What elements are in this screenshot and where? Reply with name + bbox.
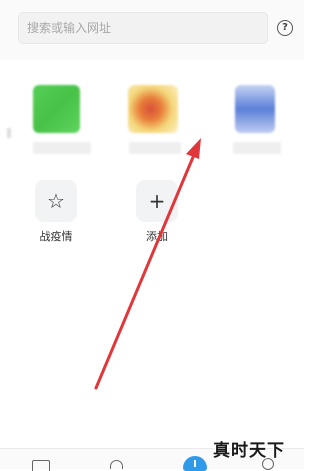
star-icon[interactable]: ☆	[35, 180, 77, 222]
watermark-text: 真时天下	[213, 441, 285, 461]
site-title-blurred	[233, 142, 281, 154]
shortcut-anti-epidemic[interactable]: ☆ 战疫情	[26, 180, 86, 244]
site-thumbnail	[235, 85, 275, 133]
plus-icon[interactable]: +	[136, 180, 178, 222]
shortcut-label: 战疫情	[39, 230, 73, 243]
shortcut-label: 添加	[146, 230, 168, 243]
site-thumbnail	[33, 85, 80, 133]
tabs-icon[interactable]	[32, 460, 50, 471]
shortcut-add[interactable]: + 添加	[127, 180, 187, 244]
top-bar: ?	[0, 0, 304, 60]
search-input[interactable]	[19, 13, 283, 43]
site-title-blurred	[33, 142, 91, 154]
help-icon[interactable]: ?	[277, 20, 293, 36]
search-box[interactable]	[18, 12, 283, 44]
site-title-blurred	[129, 142, 181, 154]
partial-tile-edge	[7, 128, 11, 138]
cloud-icon[interactable]	[183, 456, 207, 471]
site-thumbnail	[128, 85, 178, 133]
